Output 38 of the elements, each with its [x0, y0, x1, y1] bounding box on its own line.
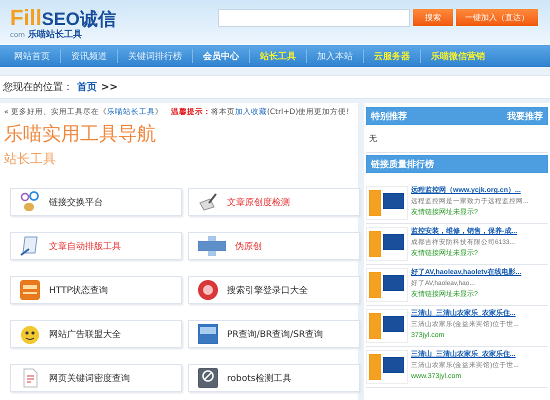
breadcrumb-link[interactable]: 首页 [77, 80, 97, 94]
sidebar-title: 链接质量排行榜 [371, 158, 434, 170]
tool-label: PR查询/BR查询/SR查询 [227, 328, 324, 340]
tool-label: 伪原创 [235, 240, 262, 252]
tool-link[interactable]: 文章原创度检测 [188, 188, 360, 216]
tool-label: 文章原创度检测 [227, 196, 290, 208]
page-title: 乐喵实用工具导航 [4, 122, 157, 147]
tool-label: 网页关键词密度查询 [49, 372, 130, 384]
tool-link[interactable]: robots检测工具 [188, 364, 360, 392]
sidebar-title: 特别推荐 [371, 110, 407, 122]
breadcrumb-label: 您现在的位置： [3, 80, 73, 94]
tool-label: 文章自动排版工具 [49, 240, 121, 252]
cross-icon [197, 235, 227, 257]
breadcrumb-separator: >> [101, 82, 118, 92]
tool-label: 网站广告联盟大全 [49, 328, 121, 340]
tool-label: 链接交换平台 [49, 196, 103, 208]
tool-link[interactable]: 链接交换平台 [10, 188, 182, 216]
section-title: 站长工具 [4, 151, 57, 168]
nav-link[interactable]: 会员中心 [193, 50, 249, 62]
tool-label: HTTP状态查询 [49, 284, 108, 296]
tool-link[interactable]: 网页关键词密度查询 [10, 364, 182, 392]
tool-link[interactable]: 文章自动排版工具 [10, 232, 182, 260]
circle-icon [197, 279, 219, 301]
people-icon [19, 191, 41, 213]
robot-sign-icon [197, 367, 219, 389]
tool-link[interactable]: 伪原创 [188, 232, 360, 260]
sidebar-text: 无 [366, 125, 548, 153]
tool-link[interactable]: 搜索引擎登录口大全 [188, 276, 360, 304]
tool-label: 搜索引擎登录口大全 [227, 284, 308, 296]
nav-link[interactable]: 网站首页 [4, 50, 60, 62]
quill-icon [197, 191, 219, 213]
tool-link[interactable]: PR查询/BR查询/SR查询 [188, 320, 360, 348]
search-field[interactable] [218, 8, 410, 26]
tool-link[interactable]: HTTP状态查询 [10, 276, 182, 304]
tool-label: robots检测工具 [227, 372, 292, 384]
smiley-icon [19, 323, 41, 345]
tool-link[interactable]: 网站广告联盟大全 [10, 320, 182, 348]
nav-link[interactable]: 加入本站 [307, 50, 363, 62]
